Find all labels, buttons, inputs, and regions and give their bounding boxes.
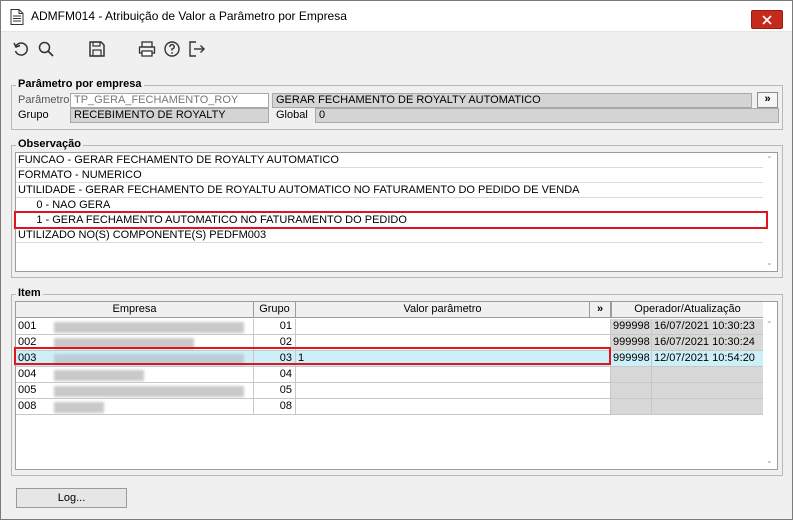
grupo-cell: 08 (254, 399, 296, 415)
empresa-code: 005 (18, 384, 37, 396)
log-button[interactable]: Log... (16, 488, 127, 508)
valor-cell[interactable] (296, 367, 611, 383)
lookup-button[interactable]: » (757, 92, 778, 108)
obs-line: UTILIZADO NO(S) COMPONENTE(S) PEDFM003 (16, 228, 764, 243)
item-legend: Item (16, 287, 43, 299)
parametro-label: Parâmetro (18, 94, 70, 106)
operador-cell (611, 383, 652, 399)
redacted-empresa (54, 370, 144, 381)
observacao-legend: Observação (16, 138, 83, 150)
empresa-cell: 008 (16, 399, 254, 415)
redacted-empresa (54, 322, 244, 333)
refresh-icon[interactable] (12, 40, 30, 58)
atualizacao-cell: 16/07/2021 10:30:23 (652, 319, 765, 335)
parametro-input[interactable]: TP_GERA_FECHAMENTO_ROY (70, 93, 269, 108)
redacted-empresa (54, 386, 244, 397)
parametro-description: GERAR FECHAMENTO DE ROYALTY AUTOMATICO (272, 93, 752, 108)
atualizacao-cell (652, 367, 765, 383)
chevron-down-icon[interactable]: ⌄ (766, 456, 773, 465)
grupo-cell: 05 (254, 383, 296, 399)
grupo-label: Grupo (18, 109, 49, 121)
table-row[interactable]: 004 04 (16, 367, 766, 383)
atualizacao-cell: 12/07/2021 10:54:20 (652, 351, 765, 367)
chevron-up-icon[interactable]: ⌃ (766, 320, 773, 329)
grupo-field: RECEBIMENTO DE ROYALTY (70, 108, 269, 123)
chevron-up-icon[interactable]: ⌃ (766, 155, 773, 164)
global-label: Global (276, 109, 308, 121)
valor-cell[interactable] (296, 399, 611, 415)
grid-header: Empresa Grupo Valor parâmetro » Operador… (16, 302, 764, 318)
obs-line: UTILIDADE - GERAR FECHAMENTO DE ROYALTU … (16, 183, 764, 198)
row-highlight-box (14, 347, 611, 365)
grupo-cell: 01 (254, 319, 296, 335)
table-row[interactable]: 008 08 (16, 399, 766, 415)
header-operador[interactable]: Operador/Atualização (611, 302, 764, 318)
obs-line: FORMATO - NUMERICO (16, 168, 764, 183)
help-icon[interactable] (163, 40, 181, 58)
header-expand-button[interactable]: » (590, 302, 611, 318)
redacted-empresa (54, 402, 104, 413)
document-icon (10, 9, 24, 25)
operador-cell: 999998 (611, 319, 652, 335)
operador-cell (611, 367, 652, 383)
header-valor[interactable]: Valor parâmetro (296, 302, 590, 318)
search-icon[interactable] (37, 40, 55, 58)
operador-cell: 999998 (611, 351, 652, 367)
obs-highlight-box (14, 211, 768, 229)
table-row[interactable]: 001 01 999998 16/07/2021 10:30:23 (16, 319, 766, 335)
header-empresa[interactable]: Empresa (16, 302, 254, 318)
print-icon[interactable] (138, 40, 156, 58)
grupo-cell: 04 (254, 367, 296, 383)
close-icon (762, 14, 772, 25)
close-button[interactable] (751, 10, 783, 29)
chevron-down-icon[interactable]: ⌄ (766, 258, 773, 267)
table-row[interactable]: 005 05 (16, 383, 766, 399)
atualizacao-cell (652, 383, 765, 399)
save-icon[interactable] (88, 40, 106, 58)
global-field: 0 (315, 108, 779, 123)
item-grid[interactable]: Empresa Grupo Valor parâmetro » Operador… (15, 301, 778, 470)
window-title: ADMFM014 - Atribuição de Valor a Parâmet… (31, 9, 347, 23)
atualizacao-cell: 16/07/2021 10:30:24 (652, 335, 765, 351)
empresa-code: 001 (18, 320, 37, 332)
atualizacao-cell (652, 399, 765, 415)
main-window: ADMFM014 - Atribuição de Valor a Parâmet… (0, 0, 793, 520)
toolbar (1, 32, 792, 68)
exit-icon[interactable] (188, 40, 206, 58)
obs-line: FUNCAO - GERAR FECHAMENTO DE ROYALTY AUT… (16, 153, 764, 168)
operador-cell (611, 399, 652, 415)
param-group-legend: Parâmetro por empresa (16, 78, 144, 90)
header-grupo[interactable]: Grupo (254, 302, 296, 318)
item-grid-scrollbar[interactable]: ⌃ ⌄ (763, 302, 777, 469)
empresa-code: 004 (18, 368, 37, 380)
operador-cell: 999998 (611, 335, 652, 351)
empresa-code: 008 (18, 400, 37, 412)
valor-cell[interactable] (296, 319, 611, 335)
title-bar: ADMFM014 - Atribuição de Valor a Parâmet… (1, 1, 792, 32)
valor-cell[interactable] (296, 383, 611, 399)
